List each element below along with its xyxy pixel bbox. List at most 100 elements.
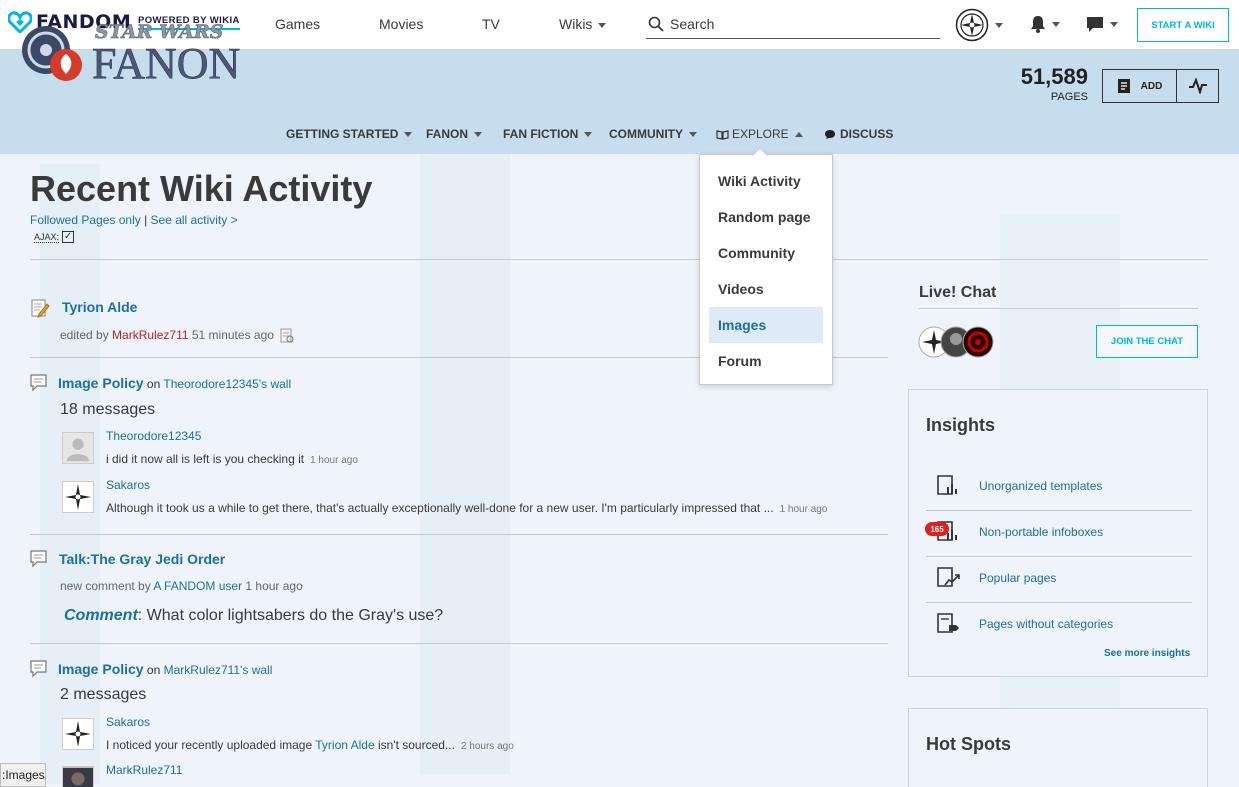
avatar[interactable]	[62, 718, 94, 750]
join-chat-button[interactable]: JOIN THE CHAT	[1096, 325, 1198, 358]
message-count: 18 messages	[60, 401, 156, 418]
default-avatar-icon	[63, 433, 93, 463]
chevron-down-icon	[995, 22, 1003, 28]
user-link[interactable]: A FANDOM user	[153, 579, 242, 593]
user-link[interactable]: Theorodore12345	[106, 429, 201, 443]
tag-page-icon	[937, 613, 959, 633]
chevron-down-icon	[598, 22, 607, 28]
divider	[926, 602, 1192, 603]
activity-title-link[interactable]: Image Policy	[58, 661, 144, 677]
activity-title-link[interactable]: Talk:The Gray Jedi Order	[59, 551, 225, 567]
divider	[30, 534, 888, 535]
activity-meta: new comment by A FANDOM user 1 hour ago	[60, 579, 303, 593]
user-link[interactable]: MarkRulez711	[112, 328, 188, 342]
reply-text: i did it now all is left is you checking…	[106, 452, 358, 466]
wall-link[interactable]: MarkRulez711's wall	[164, 663, 273, 677]
menu-item-videos[interactable]: Videos	[709, 271, 823, 307]
wiki-actions: ADD	[1102, 69, 1219, 103]
add-button[interactable]: ADD	[1103, 70, 1177, 102]
insight-pages-without-categories[interactable]: Pages without categories	[935, 612, 1113, 636]
insight-unorganized-templates[interactable]: Unorganized templates	[935, 474, 1102, 498]
see-more-insights-link[interactable]: See more insights	[1104, 648, 1190, 659]
page-count: 51,589 PAGES	[1020, 64, 1088, 103]
talk-bubble-icon	[30, 550, 47, 568]
nav-movies[interactable]: Movies	[379, 16, 423, 32]
divider	[919, 308, 1198, 309]
divider	[926, 556, 1192, 557]
chevron-up-icon	[794, 132, 803, 138]
explore-dropdown-menu: Wiki Activity Random page Community Vide…	[699, 148, 833, 385]
reply-text: Although it took us a while to get there…	[106, 501, 828, 515]
activity-meta: edited by MarkRulez711 51 minutes ago	[60, 328, 294, 344]
avatar[interactable]	[62, 481, 94, 513]
comment-preview: Comment: What color lightsabers do the G…	[64, 607, 444, 624]
bell-icon	[1031, 16, 1045, 33]
menu-item-images[interactable]: Images	[709, 307, 823, 343]
menu-item-community[interactable]: Community	[709, 235, 823, 271]
avatar[interactable]	[62, 766, 94, 787]
diff-icon[interactable]	[280, 328, 294, 344]
avatar[interactable]	[62, 432, 94, 464]
menu-item-forum[interactable]: Forum	[709, 343, 823, 379]
followed-pages-link[interactable]: Followed Pages only	[30, 213, 141, 227]
wall-link[interactable]: Theorodore12345's wall	[163, 377, 291, 391]
chevron-down-icon	[1110, 22, 1118, 27]
activity-filter-links: Followed Pages only | See all activity >	[30, 213, 238, 227]
user-link[interactable]: MarkRulez711	[106, 763, 182, 777]
page-link[interactable]: Tyrion Alde	[315, 738, 374, 752]
message-count: 2 messages	[60, 686, 147, 703]
ajax-toggle: AJAX: ✓	[34, 231, 75, 243]
ajax-checkbox[interactable]: ✓	[62, 231, 75, 243]
divider	[30, 259, 1208, 260]
wiki-nav-explore[interactable]: EXPLORE	[716, 127, 803, 141]
activity-title-link[interactable]: Image Policy	[58, 375, 144, 391]
add-page-icon	[1117, 79, 1130, 93]
chevron-down-icon	[404, 132, 413, 138]
activity-title-link[interactable]: Tyrion Alde	[62, 299, 137, 315]
user-link[interactable]: Sakaros	[106, 478, 150, 492]
compass-star-icon	[65, 484, 91, 510]
start-wiki-button[interactable]: START A WIKI	[1137, 8, 1229, 42]
chat-users	[918, 326, 998, 358]
wiki-nav-fan-fiction[interactable]: FAN FICTION	[503, 127, 593, 141]
activity-button[interactable]	[1177, 70, 1218, 102]
chevron-down-icon	[584, 132, 593, 138]
notifications-button[interactable]	[1030, 15, 1060, 33]
insights-count-badge: 165	[925, 522, 949, 536]
trending-icon	[937, 567, 960, 587]
link-status-bar: :Images	[0, 763, 46, 787]
talk-bubble-icon	[30, 374, 47, 392]
messages-button[interactable]	[1086, 16, 1118, 33]
hot-spots-title: Hot Spots	[926, 734, 1011, 754]
activity-pulse-icon	[1188, 78, 1207, 94]
nav-wikis[interactable]: Wikis	[559, 16, 607, 32]
ajax-label: AJAX:	[34, 231, 60, 243]
insights-title: Insights	[926, 415, 996, 435]
nav-tv[interactable]: TV	[482, 16, 500, 32]
divider	[926, 510, 1192, 511]
insight-non-portable-infoboxes[interactable]: Non-portable infoboxes	[935, 520, 1103, 544]
wiki-nav-getting-started[interactable]: GETTING STARTED	[286, 127, 413, 141]
divider	[30, 643, 888, 644]
user-link[interactable]: Sakaros	[106, 715, 150, 729]
search-input[interactable]: Search	[646, 10, 940, 39]
wiki-nav-community[interactable]: COMMUNITY	[609, 127, 697, 141]
menu-item-wiki-activity[interactable]: Wiki Activity	[709, 163, 823, 199]
insights-chart-icon	[937, 475, 957, 495]
background-art	[420, 154, 510, 774]
search-icon	[648, 16, 664, 32]
menu-item-random-page[interactable]: Random page	[709, 199, 823, 235]
nav-games[interactable]: Games	[275, 16, 320, 32]
insight-popular-pages[interactable]: Popular pages	[935, 566, 1056, 590]
see-all-activity-link[interactable]: See all activity >	[151, 213, 238, 227]
avatar-icon	[955, 8, 989, 42]
activity-heading: Image Policy on Theorodore12345's wall	[58, 375, 292, 391]
dropdown-pointer	[752, 148, 768, 156]
activity-heading: Image Policy on MarkRulez711's wall	[58, 661, 273, 677]
wiki-nav-fanon[interactable]: FANON	[426, 127, 482, 141]
user-menu[interactable]	[955, 8, 1003, 42]
wiki-logo[interactable]: STAR WARS FANON	[20, 18, 270, 89]
wiki-nav-discuss[interactable]: DISCUSS	[824, 127, 893, 141]
logo-fanon-text: FANON	[92, 39, 240, 84]
page-title: Recent Wiki Activity	[30, 168, 373, 209]
